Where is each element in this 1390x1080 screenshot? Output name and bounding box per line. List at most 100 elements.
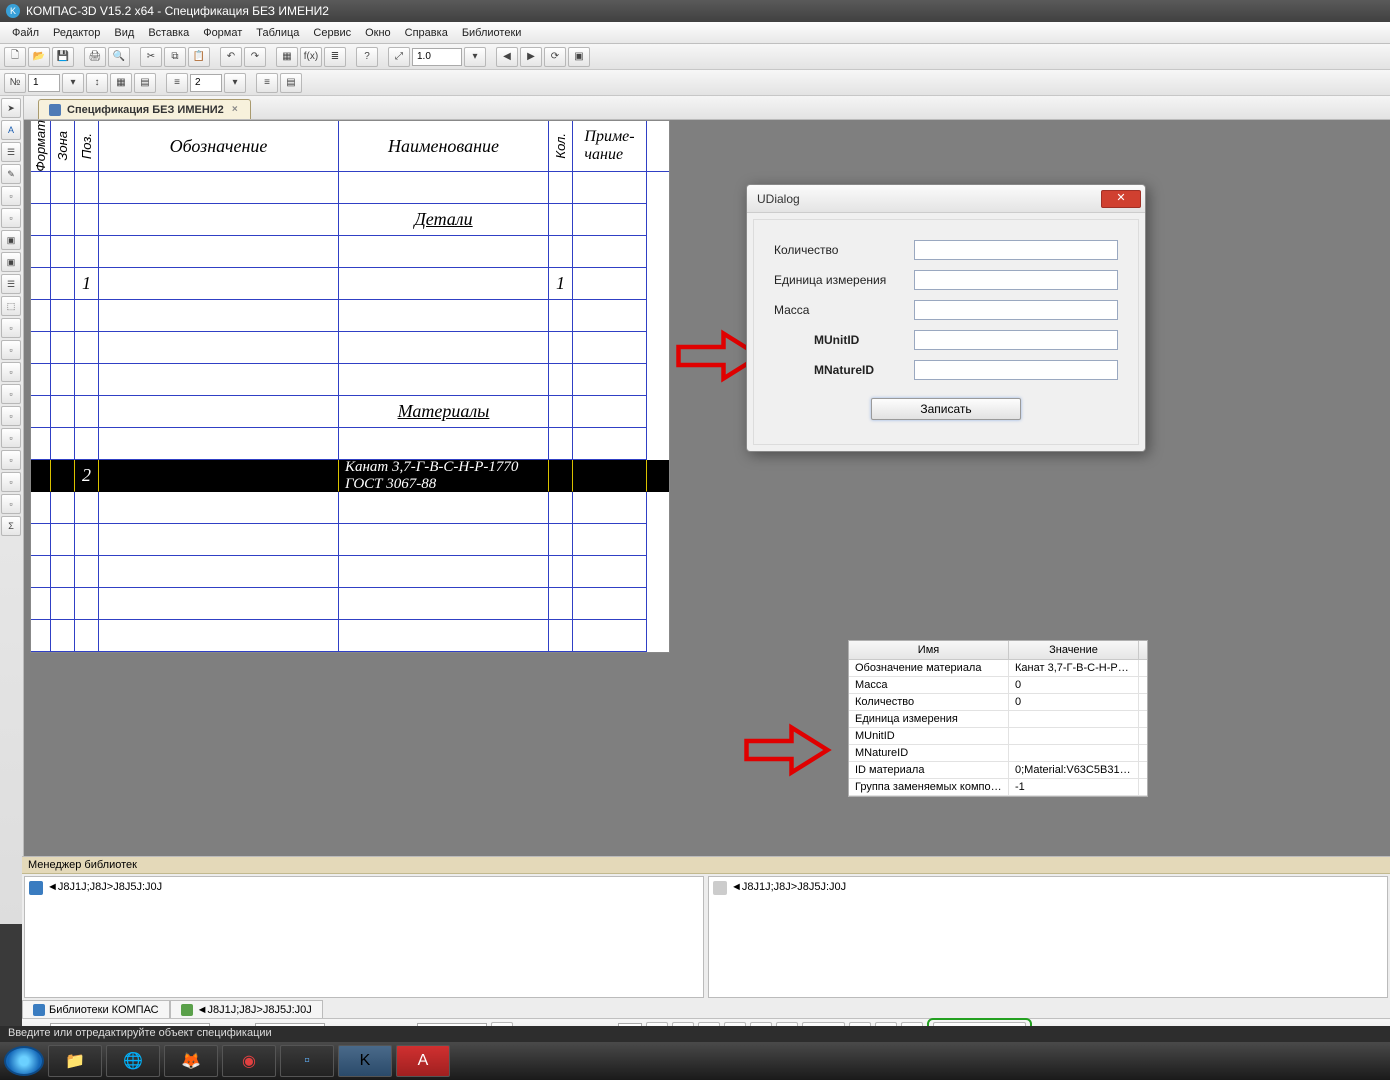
input-munitid[interactable]: [914, 330, 1118, 350]
tool13-icon[interactable]: ▫: [1, 450, 21, 470]
tool3-icon[interactable]: ▣: [1, 230, 21, 250]
tool6-icon[interactable]: ⬚: [1, 296, 21, 316]
grid-row-5[interactable]: MNatureID: [849, 745, 1147, 762]
open-icon[interactable]: 📂: [28, 47, 50, 67]
menu-edit[interactable]: Редактор: [47, 25, 106, 41]
cut-icon[interactable]: ✂: [140, 47, 162, 67]
tool12-icon[interactable]: ▫: [1, 428, 21, 448]
library-pane-left[interactable]: ◄J8J1J;J8J>J8J5J:J0J: [24, 876, 704, 998]
edit-icon[interactable]: ✎: [1, 164, 21, 184]
library-pane-right[interactable]: ◄J8J1J;J8J>J8J5J:J0J: [708, 876, 1388, 998]
start-button[interactable]: [4, 1046, 44, 1076]
input-unit[interactable]: [914, 270, 1118, 290]
grid-row-1[interactable]: Масса0: [849, 677, 1147, 694]
menu-insert[interactable]: Вставка: [142, 25, 195, 41]
list-icon[interactable]: ≡: [256, 73, 278, 93]
copy-icon[interactable]: ⧉: [164, 47, 186, 67]
menu-window[interactable]: Окно: [359, 25, 397, 41]
spec-row-empty[interactable]: [31, 172, 669, 204]
zoom-dropdown-icon[interactable]: ▾: [464, 47, 486, 67]
task-app2[interactable]: ▫: [280, 1045, 334, 1077]
task-acrobat[interactable]: A: [396, 1045, 450, 1077]
input-mass[interactable]: [914, 300, 1118, 320]
table-icon[interactable]: ▦: [276, 47, 298, 67]
input-qty[interactable]: [914, 240, 1118, 260]
tool15-icon[interactable]: ▫: [1, 494, 21, 514]
window-tile-icon[interactable]: ▣: [568, 47, 590, 67]
grid-row-0[interactable]: Обозначение материалаКанат 3,7-Г-В-С-Н-Р…: [849, 660, 1147, 677]
list2-icon[interactable]: ▤: [280, 73, 302, 93]
cursor-icon[interactable]: ➤: [1, 98, 21, 118]
menu-file[interactable]: Файл: [6, 25, 45, 41]
spec-row-empty9[interactable]: [31, 556, 669, 588]
menu-table[interactable]: Таблица: [250, 25, 305, 41]
spec-row-empty4[interactable]: [31, 332, 669, 364]
nav-next-icon[interactable]: ▶: [520, 47, 542, 67]
undo-icon[interactable]: ↶: [220, 47, 242, 67]
spec-row-empty2[interactable]: [31, 236, 669, 268]
nav-prev-icon[interactable]: ◀: [496, 47, 518, 67]
close-tab-icon[interactable]: ×: [230, 104, 240, 115]
task-app1[interactable]: ◉: [222, 1045, 276, 1077]
grid2-icon[interactable]: ▤: [134, 73, 156, 93]
menu-libraries[interactable]: Библиотеки: [456, 25, 528, 41]
paste-icon[interactable]: 📋: [188, 47, 210, 67]
zoom-input[interactable]: [412, 48, 462, 66]
help-icon[interactable]: ?: [356, 47, 378, 67]
grid-row-3[interactable]: Единица измерения: [849, 711, 1147, 728]
save-icon[interactable]: 💾: [52, 47, 74, 67]
tool10-icon[interactable]: ▫: [1, 384, 21, 404]
grid-row-2[interactable]: Количество0: [849, 694, 1147, 711]
lib-tab-kompas[interactable]: Библиотеки КОМПАС: [22, 1000, 170, 1020]
tool8-icon[interactable]: ▫: [1, 340, 21, 360]
spec-section-materials[interactable]: Материалы: [31, 396, 669, 428]
task-explorer[interactable]: 📁: [48, 1045, 102, 1077]
spec-row-empty3[interactable]: [31, 300, 669, 332]
vars-icon[interactable]: ≣: [324, 47, 346, 67]
input-mnatureid[interactable]: [914, 360, 1118, 380]
sort-asc-icon[interactable]: ↕: [86, 73, 108, 93]
tool1-icon[interactable]: ▫: [1, 186, 21, 206]
tool2-icon[interactable]: ▫: [1, 208, 21, 228]
new-icon[interactable]: 🗋: [4, 47, 26, 67]
menu-format[interactable]: Формат: [197, 25, 248, 41]
spec-row-empty11[interactable]: [31, 620, 669, 652]
grid1-icon[interactable]: ▦: [110, 73, 132, 93]
zoom-fit-icon[interactable]: ⤢: [388, 47, 410, 67]
preview-icon[interactable]: 🔍: [108, 47, 130, 67]
spec-icon[interactable]: ☰: [1, 142, 21, 162]
tool14-icon[interactable]: ▫: [1, 472, 21, 492]
menu-help[interactable]: Справка: [399, 25, 454, 41]
write-button[interactable]: Записать: [871, 398, 1021, 420]
spec-row-empty7[interactable]: [31, 492, 669, 524]
text-a-icon[interactable]: A: [1, 120, 21, 140]
spec-section-details[interactable]: Детали: [31, 204, 669, 236]
style-dd-icon[interactable]: ▾: [224, 73, 246, 93]
spec-row-empty6[interactable]: [31, 428, 669, 460]
page-input[interactable]: [28, 74, 60, 92]
spec-row-1[interactable]: 1 1: [31, 268, 669, 300]
task-firefox[interactable]: 🦊: [164, 1045, 218, 1077]
menu-view[interactable]: Вид: [108, 25, 140, 41]
close-icon[interactable]: ✕: [1101, 190, 1141, 208]
refresh-icon[interactable]: ⟳: [544, 47, 566, 67]
task-kompas[interactable]: K: [338, 1045, 392, 1077]
grid-row-6[interactable]: ID материала0;Material:V63C5B31DD...: [849, 762, 1147, 779]
menu-service[interactable]: Сервис: [307, 25, 357, 41]
spec-row-empty8[interactable]: [31, 524, 669, 556]
dialog-titlebar[interactable]: UDialog ✕: [747, 185, 1145, 213]
align-icon[interactable]: ≡: [166, 73, 188, 93]
grid-row-4[interactable]: MUnitID: [849, 728, 1147, 745]
tool5-icon[interactable]: ☰: [1, 274, 21, 294]
document-tab[interactable]: Спецификация БЕЗ ИМЕНИ2 ×: [38, 99, 251, 119]
sigma-icon[interactable]: Σ: [1, 516, 21, 536]
lib-tab-other[interactable]: ◄J8J1J;J8J>J8J5J:J0J: [170, 1000, 323, 1020]
style-input[interactable]: [190, 74, 222, 92]
number-icon[interactable]: №: [4, 73, 26, 93]
grid-row-7[interactable]: Группа заменяемых компон...-1: [849, 779, 1147, 796]
redo-icon[interactable]: ↷: [244, 47, 266, 67]
tool7-icon[interactable]: ▫: [1, 318, 21, 338]
print-icon[interactable]: 🖨: [84, 47, 106, 67]
fx-icon[interactable]: f(x): [300, 47, 322, 67]
task-chrome[interactable]: 🌐: [106, 1045, 160, 1077]
